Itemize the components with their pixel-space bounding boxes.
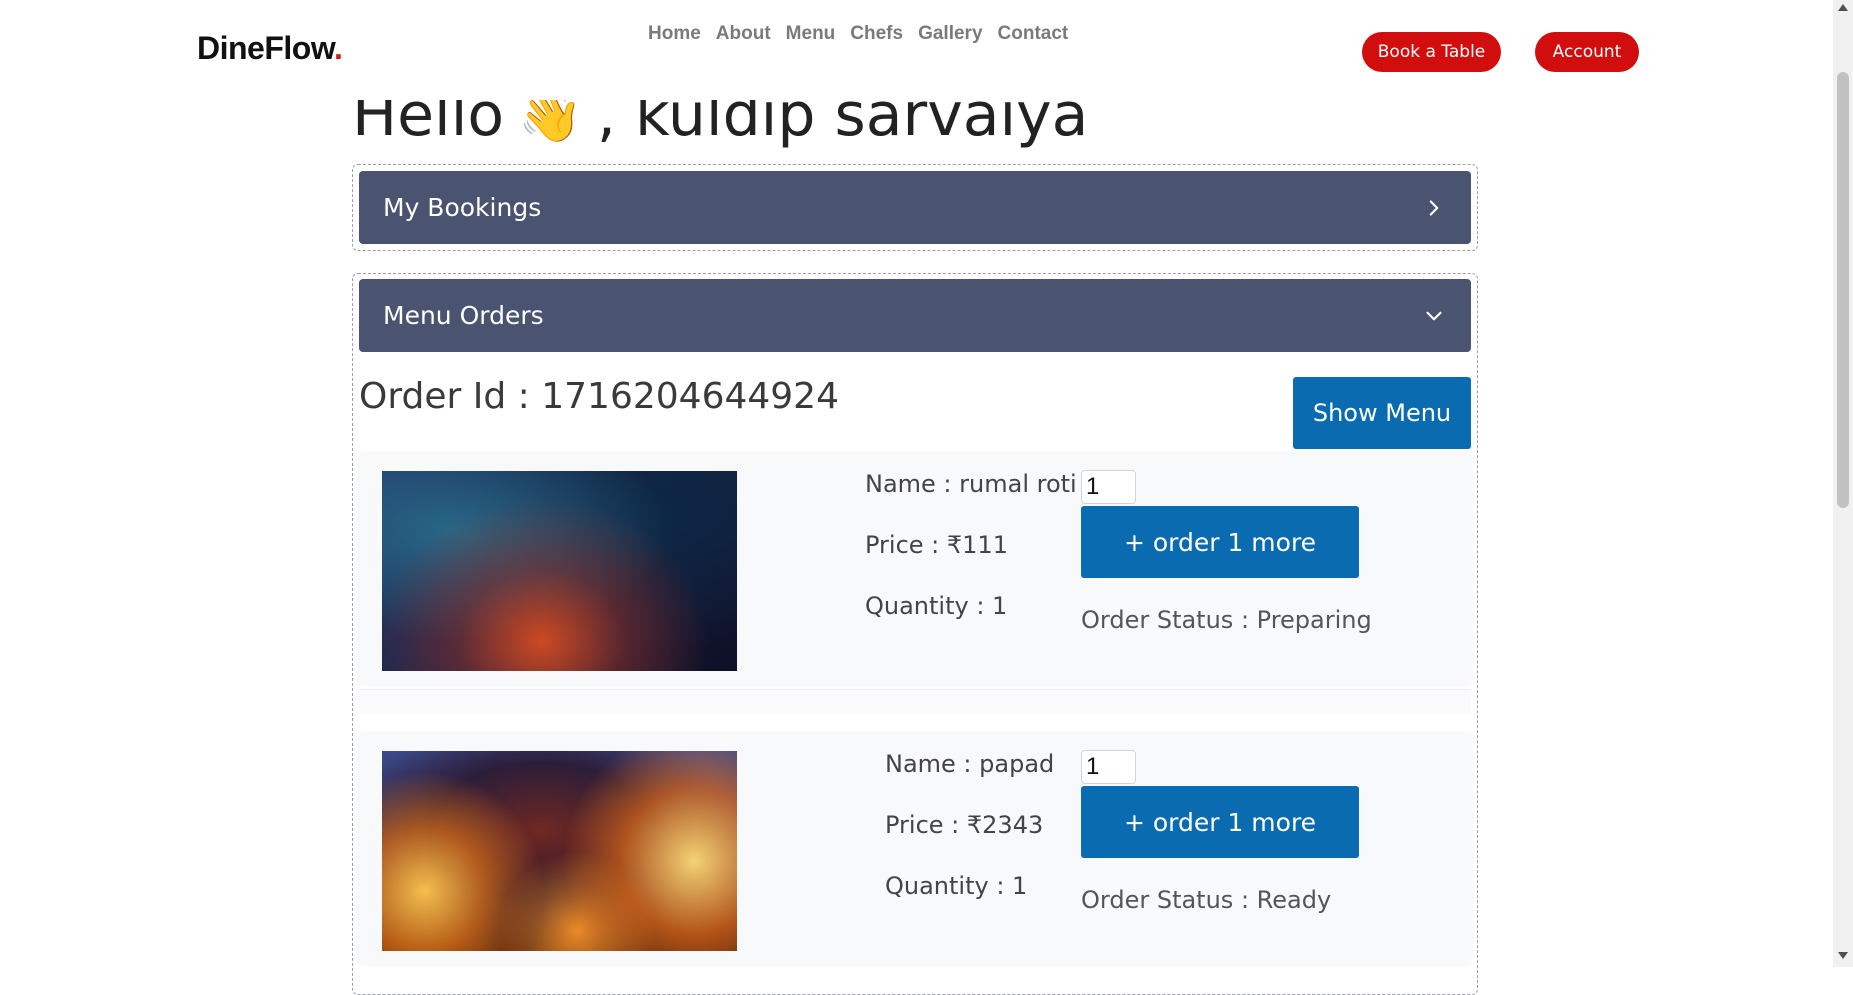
order-item-card: Name : rumal roti Price : ₹111 Quantity … — [359, 454, 1471, 684]
order-status: Order Status : Ready — [1081, 886, 1332, 914]
item-image — [382, 751, 737, 951]
item-price: Price : ₹2343 — [885, 811, 1044, 839]
book-table-button[interactable]: Book a Table — [1362, 32, 1501, 72]
nav-gallery[interactable]: Gallery — [918, 23, 982, 45]
brand-dot: . — [334, 30, 343, 66]
show-menu-button[interactable]: Show Menu — [1293, 377, 1471, 449]
item-quantity: Quantity : 1 — [885, 872, 1028, 900]
nav-about[interactable]: About — [716, 23, 771, 45]
nav-chefs[interactable]: Chefs — [850, 23, 903, 45]
orders-accordion-title: Menu Orders — [383, 301, 544, 330]
nav-menu[interactable]: Menu — [786, 23, 836, 45]
orders-accordion: Menu Orders Order Id : 1716204644924 Sho… — [352, 273, 1478, 995]
nav-contact[interactable]: Contact — [998, 23, 1069, 45]
item-image — [382, 471, 737, 671]
chevron-right-icon — [1429, 199, 1439, 216]
order-id: Order Id : 1716204644924 — [359, 376, 839, 417]
site-header: DineFlow. Home About Menu Chefs Gallery … — [0, 0, 1833, 100]
bookings-accordion: My Bookings — [352, 164, 1478, 251]
nav-home[interactable]: Home — [648, 23, 701, 45]
order-one-more-button[interactable]: + order 1 more — [1081, 786, 1359, 858]
order-one-more-button[interactable]: + order 1 more — [1081, 506, 1359, 578]
bookings-accordion-header[interactable]: My Bookings — [359, 171, 1471, 244]
main-nav: Home About Menu Chefs Gallery Contact — [648, 23, 1068, 45]
page-scrollbar[interactable] — [1833, 0, 1853, 967]
orders-accordion-header[interactable]: Menu Orders — [359, 279, 1471, 352]
quantity-input[interactable] — [1081, 750, 1136, 784]
quantity-input[interactable] — [1081, 470, 1136, 504]
card-separator — [359, 689, 1471, 714]
brand-name: DineFlow — [197, 30, 335, 66]
brand-logo[interactable]: DineFlow. — [197, 30, 343, 67]
order-status: Order Status : Preparing — [1081, 606, 1372, 634]
item-name: Name : papad — [885, 750, 1055, 778]
scrollbar-thumb[interactable] — [1837, 72, 1849, 508]
order-item-card: Name : papad Price : ₹2343 Quantity : 1 … — [359, 734, 1471, 964]
item-name: Name : rumal roti — [865, 470, 1077, 498]
scroll-up-arrow-icon[interactable] — [1838, 4, 1848, 11]
bookings-accordion-title: My Bookings — [383, 193, 542, 222]
scroll-down-arrow-icon[interactable] — [1838, 952, 1848, 959]
item-price: Price : ₹111 — [865, 531, 1008, 559]
account-button[interactable]: Account — [1535, 32, 1639, 72]
item-quantity: Quantity : 1 — [865, 592, 1008, 620]
chevron-down-icon — [1426, 311, 1442, 320]
